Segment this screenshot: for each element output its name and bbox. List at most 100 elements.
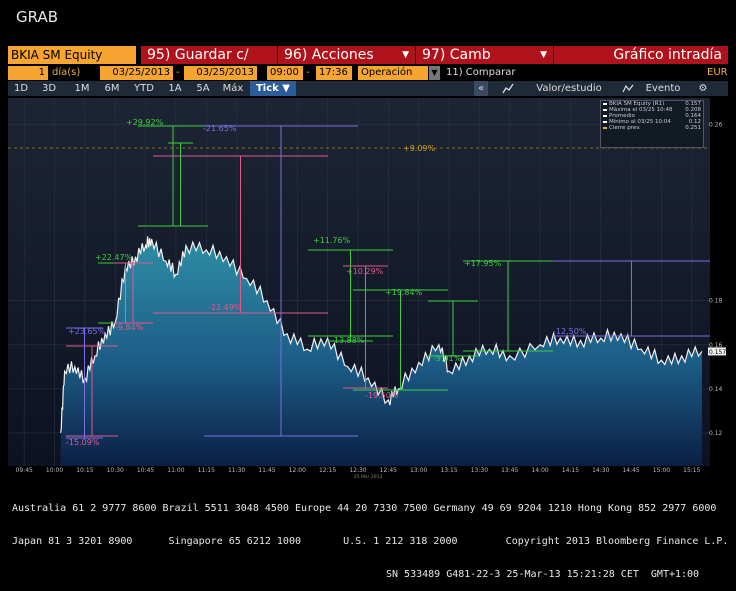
x-tick-label: 11:30 — [228, 467, 245, 474]
x-tick-label: 12:00 — [289, 467, 306, 474]
change-key: 97) — [422, 47, 446, 63]
legend-swatch — [603, 121, 607, 123]
tab-5a[interactable]: 5A — [193, 81, 213, 96]
footer-line-1: Australia 61 2 9777 8600 Brazil 5511 304… — [12, 503, 717, 514]
tab-tick-label: Tick — [255, 83, 279, 94]
footer-line-2: Japan 81 3 3201 8900 Singapore 65 6212 1… — [12, 536, 729, 547]
x-tick-label: 12:45 — [380, 467, 397, 474]
end-time-field[interactable]: 17:36 — [316, 66, 352, 80]
event-icon[interactable] — [622, 81, 634, 96]
chart-legend: BKIA SM Equity (R1) 0.157 Máxima el 03/25… — [600, 100, 704, 148]
tab-1m[interactable]: 1M — [70, 81, 94, 96]
save-button[interactable]: 95) Guardar c/ — [140, 46, 277, 64]
chevron-down-icon: ▼ — [540, 50, 547, 60]
event-menu-button[interactable]: Evento — [640, 81, 686, 96]
period-unit-label: día(s) — [52, 67, 81, 78]
annotation-label: -22.49% — [208, 303, 242, 312]
annotation-label: +17.95% — [464, 259, 502, 268]
actions-key: 96) — [284, 47, 308, 63]
annotation-label: -15.09% — [66, 438, 100, 447]
y-tick-label: 0.14 — [709, 386, 723, 393]
legend-swatch — [603, 115, 607, 117]
legend-swatch — [603, 103, 607, 105]
annotation-label: +22.47% — [95, 253, 133, 262]
change-label: Camb — [449, 47, 491, 63]
study-menu-button[interactable]: Valor/estudio — [524, 81, 614, 96]
y-tick-label: 0.12 — [709, 430, 723, 437]
tab-6m[interactable]: 6M — [100, 81, 124, 96]
footer-line-3: SN 533489 G481-22-3 25-Mar-13 15:21:28 C… — [386, 569, 700, 580]
mode-select[interactable]: Operación — [358, 66, 428, 80]
legend-label: Cierre prev. — [609, 125, 641, 131]
footer: Australia 61 2 9777 8600 Brazil 5511 304… — [12, 481, 732, 591]
legend-value: 0.251 — [685, 125, 701, 131]
annotation-label: +11.76% — [313, 236, 351, 245]
x-tick-label: 14:15 — [562, 467, 579, 474]
actions-menu-button[interactable]: 96) Acciones ▼ — [277, 46, 415, 64]
tab-max[interactable]: Máx — [219, 81, 247, 96]
annotation-label: +10.29% — [346, 267, 384, 276]
currency-label: EUR — [707, 67, 728, 78]
legend-swatch — [603, 127, 607, 129]
annotation-label: -13.88% — [331, 336, 365, 345]
x-tick-label: 14:45 — [622, 467, 639, 474]
actions-label: Acciones — [311, 47, 374, 63]
date-separator: - — [176, 67, 180, 78]
compare-button[interactable]: 11) Comparar — [446, 66, 515, 80]
x-tick-label: 15:15 — [683, 467, 700, 474]
y-tick-label: 0.26 — [709, 121, 723, 128]
annotation-label: +29.92% — [126, 118, 164, 127]
period-count-field[interactable]: 1 — [8, 66, 48, 80]
x-tick-label: 10:15 — [76, 467, 93, 474]
tab-3d[interactable]: 3D — [38, 81, 60, 96]
x-tick-label: 09:45 — [16, 467, 33, 474]
line-chart-icon[interactable] — [502, 81, 514, 96]
start-date-field[interactable]: 03/25/2013 — [100, 66, 173, 80]
end-date-field[interactable]: 03/25/2013 — [184, 66, 257, 80]
save-button-key: 95) — [147, 47, 171, 63]
collapse-button[interactable]: « — [474, 81, 488, 96]
x-tick-label: 13:30 — [471, 467, 488, 474]
save-button-label: Guardar c/ — [174, 47, 249, 63]
annotation-label: +9.09% — [403, 144, 436, 153]
gear-icon[interactable]: ⚙ — [694, 81, 712, 96]
intraday-chart-title: Gráfico intradía — [553, 46, 728, 64]
command-bar: BKIA SM Equity 95) Guardar c/ 96) Accion… — [8, 46, 728, 64]
start-time-field[interactable]: 09:00 — [267, 66, 303, 80]
x-axis-date-note: 25 Mar 2013 — [354, 474, 383, 479]
ticker-field[interactable]: BKIA SM Equity — [8, 46, 136, 64]
x-tick-label: 12:30 — [349, 467, 366, 474]
annotation-label: -19.50% — [365, 391, 399, 400]
last-price-label: 0.157 — [709, 349, 726, 356]
period-tab-bar: 1D 3D 1M 6M YTD 1A 5A Máx Tick ▼ « Valor… — [8, 81, 728, 96]
x-tick-label: 10:30 — [107, 467, 124, 474]
annotation-label: -21.65% — [203, 124, 237, 133]
chevron-down-icon: ▼ — [282, 83, 290, 94]
x-tick-label: 13:00 — [410, 467, 427, 474]
chevron-down-icon[interactable]: ▼ — [429, 66, 440, 80]
tab-ytd[interactable]: YTD — [131, 81, 157, 96]
change-menu-button[interactable]: 97) Camb ▼ — [415, 46, 553, 64]
x-tick-label: 13:15 — [440, 467, 457, 474]
annotation-label: +19.84% — [385, 288, 423, 297]
tab-1a[interactable]: 1A — [165, 81, 185, 96]
y-axis: 0.260.180.160.140.120.157 — [708, 121, 726, 437]
x-tick-label: 15:00 — [653, 467, 670, 474]
chevron-down-icon: ▼ — [402, 50, 409, 60]
annotation-label: -9.01% — [433, 354, 462, 363]
annotation-label: -12.50% — [553, 327, 587, 336]
time-separator: - — [306, 67, 310, 78]
x-tick-label: 14:30 — [592, 467, 609, 474]
y-tick-label: 0.18 — [709, 298, 723, 305]
tab-tick[interactable]: Tick ▼ — [250, 81, 296, 96]
tab-1d[interactable]: 1D — [10, 81, 32, 96]
x-tick-label: 11:15 — [198, 467, 215, 474]
price-chart[interactable]: +29.92% -21.65% -22.49% +11.76% +10.29% +19.8… — [8, 98, 710, 466]
x-axis: 09:45 10:00 10:15 10:30 10:45 11:00 11:15 11:30… — [16, 467, 701, 479]
legend-row: Cierre prev. 0.251 — [601, 125, 703, 131]
x-tick-label: 10:00 — [46, 467, 63, 474]
legend-swatch — [603, 109, 607, 111]
x-tick-label: 11:00 — [167, 467, 184, 474]
annotation-label: +23.65% — [68, 327, 106, 336]
annotation-label: -9.84% — [115, 323, 144, 332]
